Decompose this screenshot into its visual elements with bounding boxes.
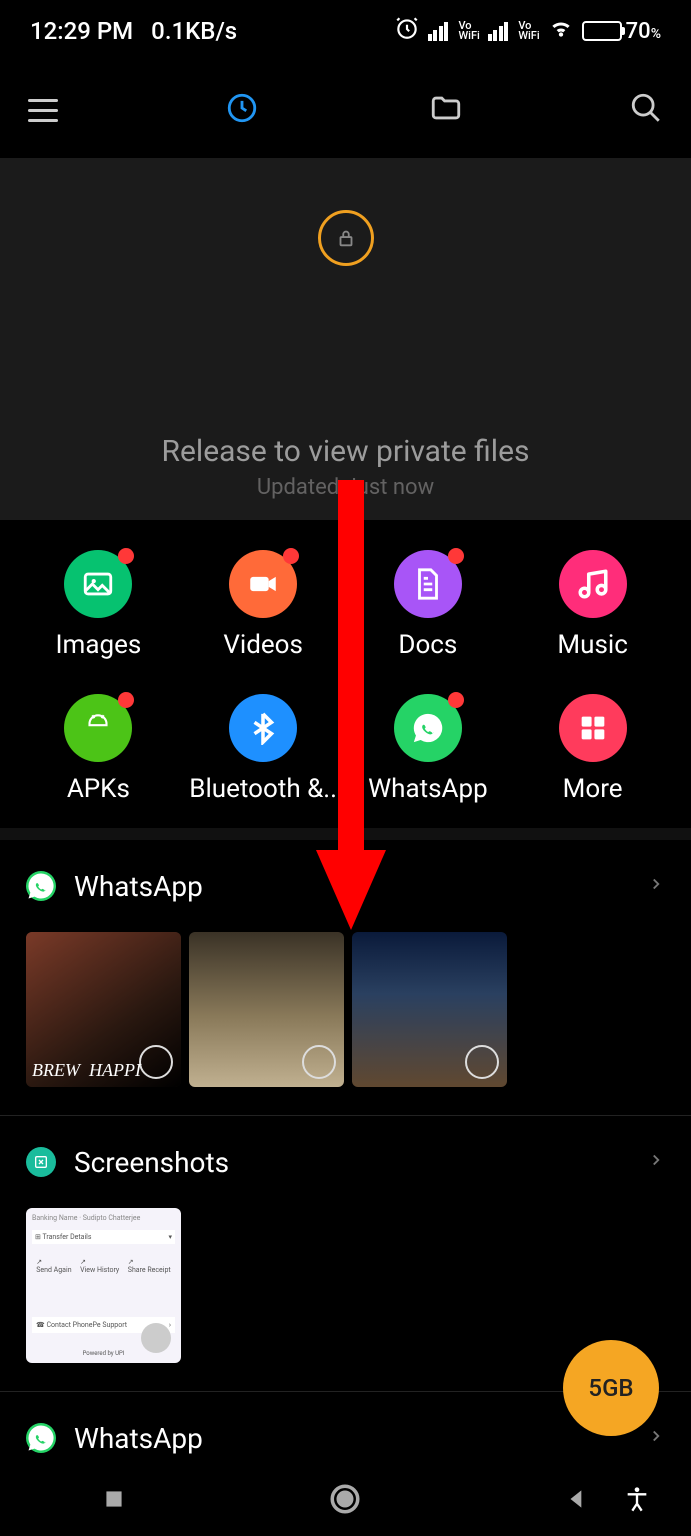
- nav-recent[interactable]: [101, 1486, 127, 1516]
- category-label: APKs: [67, 774, 130, 804]
- status-bar: 12:29 PM 0.1KB/s VoWiFi VoWiFi 70%: [0, 0, 691, 62]
- media-thumbnail[interactable]: [189, 932, 344, 1087]
- music-icon: [559, 550, 627, 618]
- nav-home[interactable]: [328, 1482, 362, 1520]
- new-badge: [448, 692, 464, 708]
- category-label: More: [563, 774, 623, 804]
- media-thumbnail[interactable]: [352, 932, 507, 1087]
- category-whatsapp[interactable]: WhatsApp: [346, 694, 511, 804]
- storage-fab[interactable]: 5GB: [563, 1340, 659, 1436]
- folder-tab[interactable]: [429, 91, 463, 129]
- system-navbar: [0, 1466, 691, 1536]
- status-netspeed: 0.1KB/s: [151, 17, 237, 45]
- select-circle[interactable]: [465, 1045, 499, 1079]
- category-bluetooth-[interactable]: Bluetooth &..: [181, 694, 346, 804]
- new-badge: [283, 548, 299, 564]
- chevron-right-icon: [647, 1151, 665, 1173]
- section-title: Screenshots: [74, 1146, 629, 1179]
- signal-bars-1: [428, 22, 449, 41]
- vowifi-label-1: VoWiFi: [458, 21, 479, 41]
- fab-label: 5GB: [588, 1374, 633, 1402]
- search-button[interactable]: [629, 91, 663, 129]
- menu-button[interactable]: [28, 99, 58, 122]
- recent-tab[interactable]: [225, 91, 259, 129]
- doc-icon: [394, 550, 462, 618]
- section-title: WhatsApp: [74, 1422, 629, 1455]
- new-badge: [118, 692, 134, 708]
- chevron-right-icon: [647, 1427, 665, 1449]
- category-music[interactable]: Music: [510, 550, 675, 660]
- android-icon: [64, 694, 132, 762]
- category-label: WhatsApp: [368, 774, 488, 804]
- image-icon: [64, 550, 132, 618]
- category-videos[interactable]: Videos: [181, 550, 346, 660]
- lock-icon: [318, 210, 374, 266]
- separator: [0, 828, 691, 840]
- category-more[interactable]: More: [510, 694, 675, 804]
- toolbar: [0, 62, 691, 158]
- select-circle[interactable]: [302, 1045, 336, 1079]
- battery-indicator: 70%: [582, 19, 661, 44]
- category-grid: Images Videos Docs Music APKs Bluetooth …: [0, 520, 691, 828]
- category-label: Docs: [398, 630, 457, 660]
- category-label: Images: [55, 630, 141, 660]
- section-whatsapp: WhatsApp: [0, 840, 691, 1116]
- pull-title: Release to view private files: [162, 434, 530, 469]
- category-images[interactable]: Images: [16, 550, 181, 660]
- signal-bars-2: [488, 22, 509, 41]
- new-badge: [448, 548, 464, 564]
- whatsapp-icon: [26, 871, 56, 901]
- category-apks[interactable]: APKs: [16, 694, 181, 804]
- whatsapp-icon: [26, 1423, 56, 1453]
- nav-back[interactable]: [564, 1486, 590, 1516]
- section-header[interactable]: WhatsApp: [26, 840, 665, 932]
- screenshot-thumbnail[interactable]: Banking Name · Sudipto Chatterjee ⊞ Tran…: [26, 1208, 181, 1363]
- category-docs[interactable]: Docs: [346, 550, 511, 660]
- video-icon: [229, 550, 297, 618]
- category-label: Videos: [223, 630, 303, 660]
- grid-icon: [559, 694, 627, 762]
- wifi-icon: [548, 15, 574, 47]
- private-files-pull-panel[interactable]: Release to view private files Updated Ju…: [0, 158, 691, 520]
- vowifi-label-2: VoWiFi: [518, 21, 539, 41]
- whatsapp-icon: [394, 694, 462, 762]
- select-circle[interactable]: [139, 1045, 173, 1079]
- nav-accessibility[interactable]: [623, 1485, 651, 1517]
- status-time: 12:29 PM: [30, 17, 133, 45]
- thumbnail-row: [26, 932, 665, 1115]
- section-title: WhatsApp: [74, 870, 629, 903]
- section-header[interactable]: Screenshots: [26, 1116, 665, 1208]
- pull-subtitle: Updated Just now: [257, 475, 434, 500]
- media-thumbnail[interactable]: [26, 932, 181, 1087]
- alarm-icon: [394, 15, 420, 47]
- bluetooth-icon: [229, 694, 297, 762]
- new-badge: [118, 548, 134, 564]
- category-label: Music: [557, 630, 627, 660]
- chevron-right-icon: [647, 875, 665, 897]
- screenshot-icon: [26, 1147, 56, 1177]
- category-label: Bluetooth &..: [189, 774, 337, 804]
